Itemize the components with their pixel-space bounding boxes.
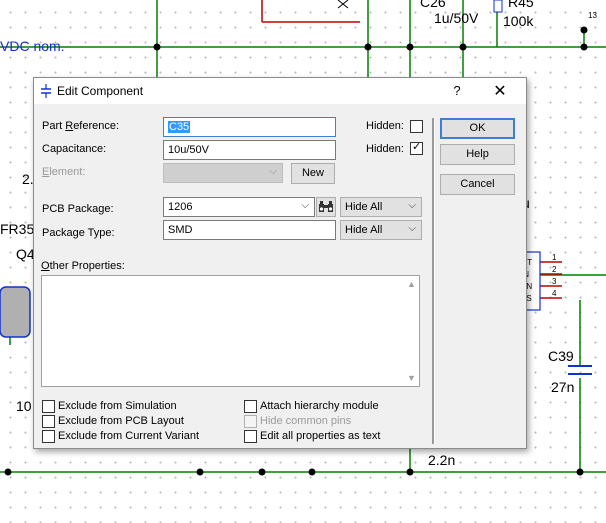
help-button[interactable]: Help bbox=[440, 144, 515, 165]
pin-number-2: 2 bbox=[552, 265, 557, 274]
hide-common-pins-checkbox bbox=[244, 415, 257, 428]
hide-common-pins-label: Hide common pins bbox=[260, 415, 352, 427]
pcb-package-value: 1206 bbox=[168, 201, 193, 213]
exclude-simulation-checkbox[interactable] bbox=[42, 400, 55, 413]
exclude-pcb-checkbox[interactable] bbox=[42, 415, 55, 428]
exclude-variant-checkbox[interactable] bbox=[42, 430, 55, 443]
chevron-down-icon: ⌵ bbox=[301, 200, 309, 211]
help-icon[interactable]: ? bbox=[447, 83, 467, 98]
exclude-variant-label[interactable]: Exclude from Current Variant bbox=[58, 430, 199, 442]
pin-number-4: 4 bbox=[552, 289, 557, 298]
ok-button[interactable]: OK bbox=[440, 118, 515, 139]
edit-component-dialog: Edit Component ? ✕ Part Reference: C35 H… bbox=[33, 77, 527, 449]
fr35-label: FR35 bbox=[0, 221, 35, 237]
c39-label: C39 bbox=[548, 348, 574, 364]
scroll-up-icon[interactable]: ▲ bbox=[407, 279, 416, 289]
checkmark-icon: ✓ bbox=[412, 141, 422, 153]
capacitance-label: Capacitance: bbox=[42, 143, 107, 155]
package-type-visibility-dropdown[interactable]: Hide All ⌵ bbox=[340, 220, 422, 240]
attach-hierarchy-checkbox[interactable] bbox=[244, 400, 257, 413]
capacitor-icon bbox=[41, 84, 51, 98]
c26-label: C26 bbox=[420, 0, 446, 10]
vertical-divider bbox=[432, 118, 435, 444]
edit-all-text-checkbox[interactable] bbox=[244, 430, 257, 443]
q4-label: Q4 bbox=[16, 246, 35, 262]
dialog-title: Edit Component bbox=[57, 84, 144, 98]
chevron-down-icon: ⌵ bbox=[408, 200, 416, 211]
package-type-visibility-value: Hide All bbox=[345, 224, 383, 236]
pin-number-1: 1 bbox=[552, 253, 557, 262]
hidden-label-2: Hidden: bbox=[366, 143, 404, 155]
dialog-titlebar[interactable]: Edit Component ? ✕ bbox=[34, 78, 526, 104]
pin-13-label: 13 bbox=[588, 11, 597, 20]
part-reference-input[interactable]: C35 bbox=[163, 117, 336, 137]
package-type-label: Package Type: bbox=[42, 227, 115, 239]
left-value-2: 2. bbox=[22, 171, 34, 187]
chevron-down-icon: ⌵ bbox=[269, 166, 277, 177]
vdc-note: VDC nom. bbox=[0, 38, 65, 54]
bottom-cap-value: 2.2n bbox=[428, 452, 456, 468]
edit-all-text-label[interactable]: Edit all properties as text bbox=[260, 430, 380, 442]
attach-hierarchy-label[interactable]: Attach hierarchy module bbox=[260, 400, 379, 412]
part-reference-value: C35 bbox=[168, 121, 191, 133]
exclude-pcb-label[interactable]: Exclude from PCB Layout bbox=[58, 415, 184, 427]
c26-value: 1u/50V bbox=[434, 10, 479, 26]
properties-scrollbar[interactable]: ▲ ▼ bbox=[404, 276, 419, 386]
hidden-label-1: Hidden: bbox=[366, 120, 404, 132]
chevron-down-icon: ⌵ bbox=[408, 223, 416, 234]
close-icon[interactable]: ✕ bbox=[489, 81, 511, 101]
new-element-button[interactable]: New bbox=[291, 163, 335, 184]
exclude-simulation-label[interactable]: Exclude from Simulation bbox=[58, 400, 177, 412]
capacitance-input[interactable]: 10u/50V bbox=[163, 140, 336, 160]
binoculars-icon bbox=[319, 201, 333, 212]
part-reference-hidden-checkbox[interactable] bbox=[410, 120, 423, 133]
r45-label: R45 bbox=[508, 0, 534, 10]
pcb-package-dropdown[interactable]: 1206 ⌵ bbox=[163, 197, 315, 217]
browse-package-button[interactable] bbox=[316, 197, 336, 217]
c39-value: 27n bbox=[551, 379, 575, 395]
element-label: Element: bbox=[42, 166, 86, 178]
package-type-input[interactable]: SMD bbox=[163, 220, 336, 240]
r45-value: 100k bbox=[503, 13, 534, 29]
scroll-down-icon[interactable]: ▼ bbox=[407, 373, 416, 383]
pcb-package-visibility-value: Hide All bbox=[345, 201, 383, 213]
other-properties-label: Other Properties: bbox=[41, 260, 125, 272]
capacitance-hidden-checkbox[interactable]: ✓ bbox=[410, 141, 423, 155]
part-reference-label: Part Reference: bbox=[42, 120, 120, 132]
left-value-10: 10 bbox=[16, 398, 32, 414]
cancel-button[interactable]: Cancel bbox=[440, 174, 515, 195]
pcb-package-label: PCB Package: bbox=[42, 203, 114, 215]
other-properties-textarea[interactable]: ▲ ▼ bbox=[41, 275, 420, 387]
pcb-package-visibility-dropdown[interactable]: Hide All ⌵ bbox=[340, 197, 422, 217]
pin-number-3: 3 bbox=[552, 277, 557, 286]
element-dropdown[interactable]: ⌵ bbox=[163, 163, 283, 183]
